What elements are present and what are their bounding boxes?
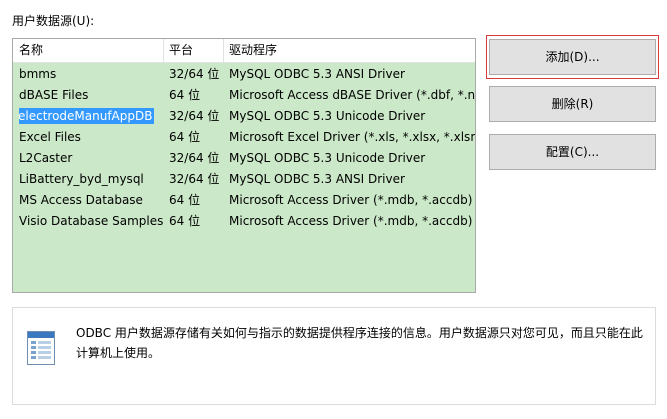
list-header: 名称 平台 驱动程序: [13, 39, 475, 63]
remove-button[interactable]: 删除(R): [489, 86, 656, 122]
table-row[interactable]: bmms 32/64 位 MySQL ODBC 5.3 ANSI Driver: [13, 64, 475, 85]
table-row-selected[interactable]: electrodeManufAppDB 32/64 位 MySQL ODBC 5…: [13, 106, 475, 127]
user-dsn-list[interactable]: 名称 平台 驱动程序 bmms 32/64 位 MySQL ODBC 5.3 A…: [12, 38, 476, 293]
row-name: LiBattery_byd_mysql: [19, 172, 144, 186]
table-row[interactable]: L2Caster 32/64 位 MySQL ODBC 5.3 Unicode …: [13, 148, 475, 169]
row-driver: Microsoft Access Driver (*.mdb, *.accdb): [229, 214, 473, 228]
row-driver: MySQL ODBC 5.3 Unicode Driver: [229, 109, 426, 123]
row-driver: Microsoft Excel Driver (*.xls, *.xlsx, *…: [229, 130, 475, 144]
column-header-driver[interactable]: 驱动程序: [223, 39, 475, 63]
row-name: L2Caster: [19, 151, 73, 165]
row-driver: MySQL ODBC 5.3 Unicode Driver: [229, 151, 426, 165]
row-platform: 64 位: [169, 214, 201, 228]
table-row[interactable]: MS Access Database 64 位 Microsoft Access…: [13, 190, 475, 211]
row-platform: 64 位: [169, 130, 201, 144]
row-driver: MySQL ODBC 5.3 ANSI Driver: [229, 172, 405, 186]
row-name: Visio Database Samples: [19, 214, 164, 228]
table-row[interactable]: LiBattery_byd_mysql 32/64 位 MySQL ODBC 5…: [13, 169, 475, 190]
row-name: electrodeManufAppDB: [19, 106, 165, 127]
selected-name-highlight: electrodeManufAppDB: [19, 108, 155, 124]
row-driver: Microsoft Access Driver (*.mdb, *.accdb): [229, 193, 473, 207]
row-driver: Microsoft Access dBASE Driver (*.dbf, *.…: [229, 88, 475, 102]
row-platform: 64 位: [169, 88, 201, 102]
column-header-platform[interactable]: 平台: [163, 39, 223, 63]
row-name: Excel Files: [19, 130, 81, 144]
list-rows: bmms 32/64 位 MySQL ODBC 5.3 ANSI Driver …: [13, 64, 475, 232]
row-name: bmms: [19, 67, 57, 81]
configure-button[interactable]: 配置(C)...: [489, 134, 656, 170]
row-name: MS Access Database: [19, 193, 143, 207]
column-header-name[interactable]: 名称: [13, 39, 163, 63]
row-driver: MySQL ODBC 5.3 ANSI Driver: [229, 67, 405, 81]
add-button[interactable]: 添加(D)...: [489, 39, 656, 75]
user-dsn-label: 用户数据源(U):: [12, 14, 95, 28]
row-platform: 32/64 位: [169, 151, 220, 165]
info-description: ODBC 用户数据源存储有关如何与指示的数据提供程序连接的信息。用户数据源只对您…: [76, 326, 643, 360]
row-platform: 32/64 位: [169, 109, 220, 123]
data-source-icon: [26, 330, 56, 366]
row-platform: 32/64 位: [169, 172, 220, 186]
row-platform: 64 位: [169, 193, 201, 207]
row-platform: 32/64 位: [169, 67, 220, 81]
table-row[interactable]: Excel Files 64 位 Microsoft Excel Driver …: [13, 127, 475, 148]
table-row[interactable]: dBASE Files 64 位 Microsoft Access dBASE …: [13, 85, 475, 106]
table-row[interactable]: Visio Database Samples 64 位 Microsoft Ac…: [13, 211, 475, 232]
row-name: dBASE Files: [19, 88, 89, 102]
info-panel: ODBC 用户数据源存储有关如何与指示的数据提供程序连接的信息。用户数据源只对您…: [12, 307, 656, 405]
